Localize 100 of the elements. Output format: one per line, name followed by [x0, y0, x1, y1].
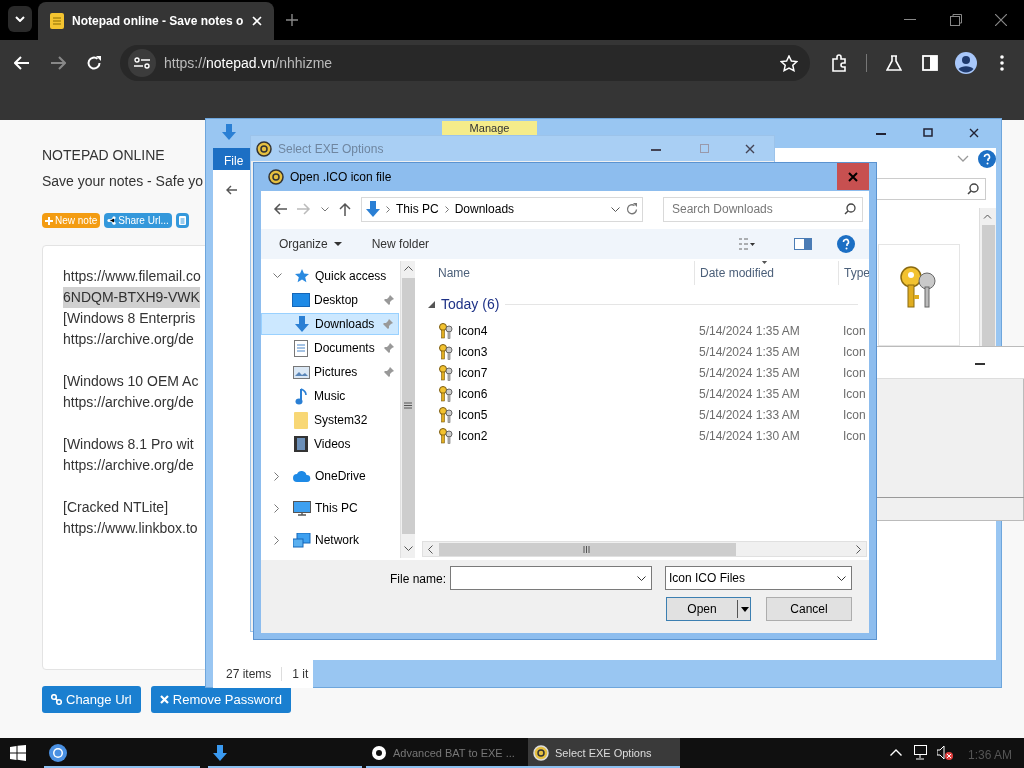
close-button[interactable] — [837, 163, 869, 190]
file-name-cell[interactable]: Icon5 — [418, 405, 694, 424]
reload-icon[interactable] — [86, 55, 102, 71]
preview-pane-icon[interactable] — [794, 238, 812, 250]
cloud-icon — [293, 470, 311, 482]
remove-password-button[interactable]: Remove Password — [150, 686, 291, 713]
scrollbar[interactable] — [400, 261, 415, 558]
taskbar-button[interactable]: Advanced BAT to EXE ... — [366, 738, 528, 768]
restore-icon[interactable] — [950, 14, 962, 26]
document-icon — [178, 216, 186, 225]
search-field[interactable] — [876, 178, 986, 200]
nav-item[interactable]: Network — [261, 529, 399, 551]
back-icon[interactable] — [273, 203, 287, 215]
tab-list-button[interactable] — [8, 6, 32, 32]
nav-item[interactable]: Downloads — [261, 313, 399, 335]
gear-icon — [533, 745, 549, 761]
film-icon — [294, 436, 308, 452]
nav-item[interactable]: OneDrive — [261, 465, 399, 487]
nav-item[interactable]: Music — [261, 385, 399, 407]
nav-item[interactable]: Quick access — [261, 265, 399, 287]
more-menu-icon[interactable] — [1000, 55, 1004, 71]
volume-muted-icon[interactable] — [937, 745, 953, 761]
star-icon[interactable] — [780, 54, 798, 72]
nav-item[interactable]: Documents — [261, 337, 399, 359]
caret-icon — [333, 242, 342, 246]
type-cell-text: Icon — [842, 385, 867, 403]
type-cell-text: Icon — [842, 427, 867, 445]
site-settings-icon — [134, 57, 150, 69]
group-header[interactable]: Today (6) — [441, 294, 500, 315]
close-icon[interactable] — [969, 128, 979, 138]
download-arrow-icon — [366, 201, 380, 217]
file-tab[interactable]: File — [213, 148, 251, 170]
search-icon — [967, 183, 979, 195]
organize-menu[interactable]: Organize — [279, 235, 342, 253]
open-button[interactable]: Open — [666, 597, 751, 621]
column-header[interactable]: Name — [418, 261, 694, 285]
help-icon[interactable] — [978, 150, 996, 168]
up-icon[interactable] — [339, 202, 351, 216]
chevron-up-icon[interactable] — [890, 749, 902, 756]
nav-item[interactable]: System32 — [261, 409, 399, 431]
file-name-cell[interactable]: Icon6 — [418, 384, 694, 403]
gear-icon — [371, 745, 387, 761]
browser-tab[interactable]: Notepad online - Save notes o — [38, 2, 274, 40]
download-arrow-icon — [294, 316, 310, 332]
file-name-cell[interactable]: Icon2 — [418, 426, 694, 445]
scroll-left-icon — [428, 545, 433, 554]
close-icon[interactable] — [995, 14, 1007, 26]
chevron-down-icon[interactable] — [957, 155, 969, 163]
minimize-icon[interactable] — [904, 19, 916, 21]
sort-arrow-icon — [761, 261, 768, 264]
file-name-cell[interactable]: Icon7 — [418, 363, 694, 382]
close-icon[interactable] — [745, 144, 755, 154]
address-bar[interactable]: This PC Downloads — [361, 196, 643, 222]
profile-avatar-icon[interactable] — [955, 52, 977, 74]
scroll-down-icon — [404, 546, 413, 551]
nav-item[interactable]: Videos — [261, 433, 399, 455]
maximize-icon[interactable] — [923, 128, 933, 137]
network-icon[interactable] — [914, 745, 930, 760]
file-name-cell[interactable]: Icon3 — [418, 342, 694, 361]
back-arrow-icon[interactable] — [225, 185, 237, 195]
flask-icon[interactable] — [886, 55, 902, 71]
file-name-cell[interactable]: Icon4 — [418, 321, 694, 340]
new-tab-icon[interactable] — [286, 14, 298, 26]
recent-dropdown-icon[interactable] — [321, 206, 329, 212]
nav-item[interactable]: This PC — [261, 497, 399, 519]
scroll-up-icon — [404, 266, 413, 271]
cancel-button[interactable]: Cancel — [766, 597, 852, 621]
nav-item[interactable]: Desktop — [261, 289, 399, 311]
view-options-icon[interactable] — [739, 238, 755, 250]
chevron-down-icon — [15, 16, 25, 22]
scrollbar[interactable] — [422, 541, 867, 557]
dropdown-icon — [637, 575, 646, 581]
column-header[interactable]: Type — [838, 261, 869, 285]
note-line: [Windows 8 Enterpris — [63, 309, 196, 328]
help-icon[interactable] — [837, 235, 855, 253]
dropdown-icon[interactable] — [611, 206, 620, 212]
new-folder-button[interactable]: New folder — [371, 235, 430, 253]
type-cell-text: Icon — [842, 364, 867, 382]
file-thumbnail[interactable] — [878, 244, 960, 346]
pictures-icon — [292, 365, 310, 379]
side-panel-icon[interactable] — [922, 55, 938, 71]
refresh-icon[interactable] — [626, 203, 638, 215]
download-arrow-icon — [213, 745, 227, 761]
note-line: https://archive.org/de — [63, 330, 194, 349]
breadcrumb-item[interactable]: Downloads — [454, 200, 515, 218]
breadcrumb-item[interactable]: This PC — [396, 200, 439, 218]
folder-icon — [294, 411, 308, 429]
file-type-dropdown[interactable]: Icon ICO Files — [665, 566, 852, 590]
taskbar-button[interactable]: Select EXE Options — [528, 738, 680, 768]
search-field[interactable]: Search Downloads — [663, 196, 863, 222]
document-button[interactable] — [175, 213, 189, 228]
scrollbar[interactable] — [979, 208, 996, 346]
file-name-field[interactable] — [450, 566, 652, 590]
address-bar[interactable]: https://notepad.vn/nhhizme — [120, 45, 810, 81]
nav-item[interactable]: Pictures — [261, 361, 399, 383]
extensions-icon[interactable] — [831, 54, 849, 72]
change-url-button[interactable]: Change Url — [42, 686, 141, 713]
collapse-icon[interactable] — [428, 301, 435, 308]
forward-icon[interactable] — [50, 56, 66, 70]
windows-start-icon[interactable] — [10, 745, 26, 761]
